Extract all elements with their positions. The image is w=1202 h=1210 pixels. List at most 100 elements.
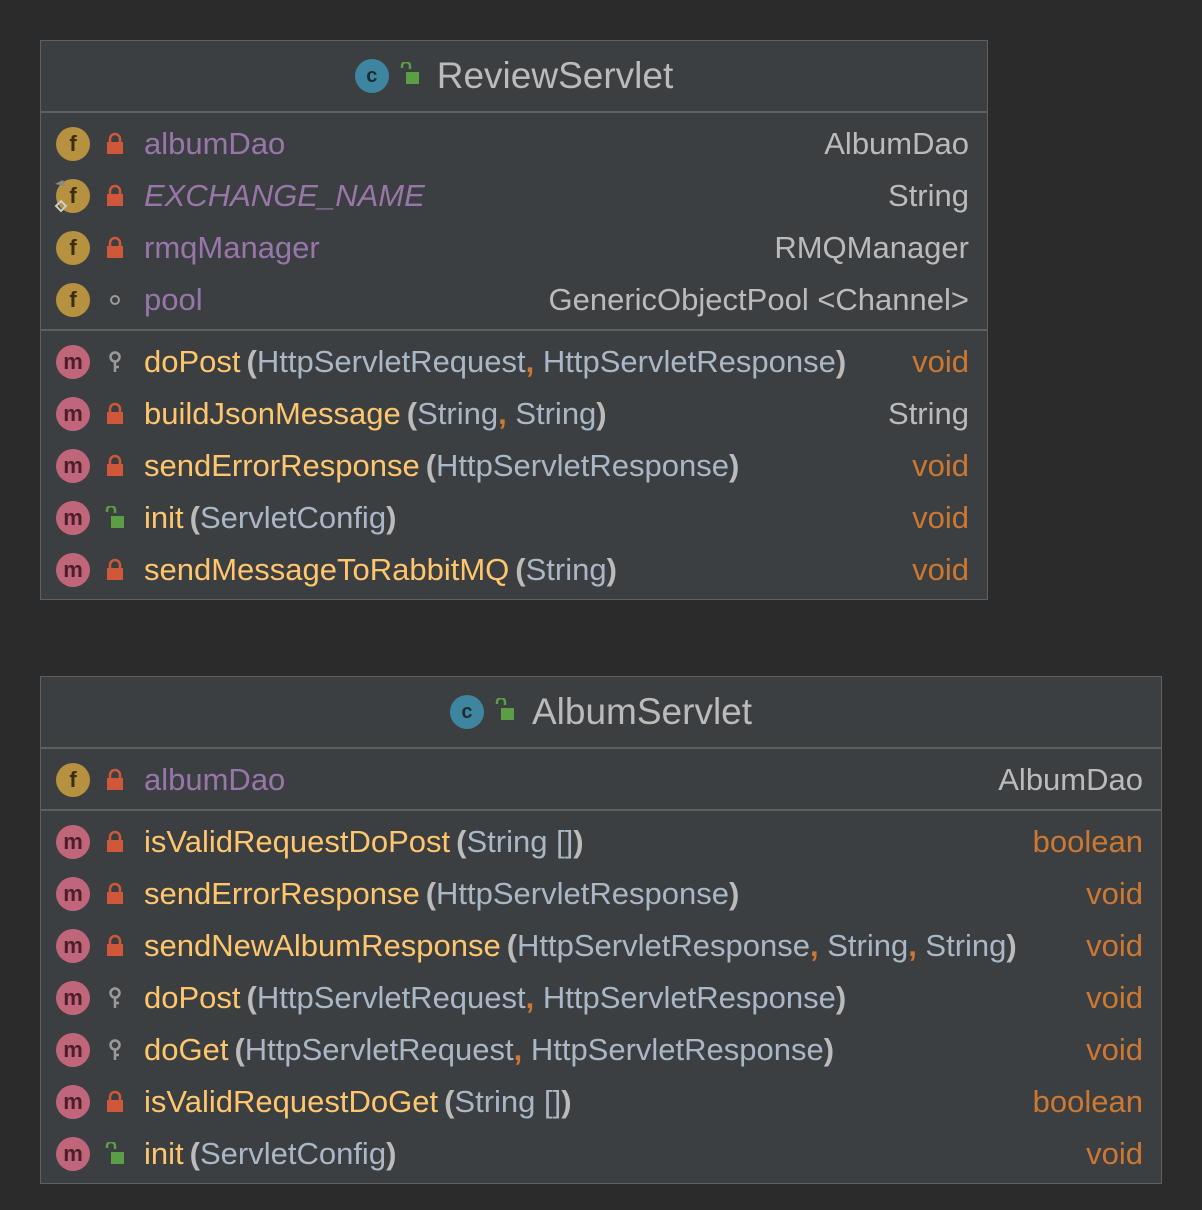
open-paren: ( [425,876,437,911]
param-type: HttpServletResponse [436,876,729,911]
method-row[interactable]: m sendErrorResponse (HttpServletResponse) v… [41,868,1161,920]
method-name: doGet [144,1032,229,1067]
method-row[interactable]: m isValidRequestDoGet (String []) boolean [41,1076,1161,1128]
lock-icon [102,553,128,587]
field-icon: f [56,763,90,797]
open-paren: ( [189,500,200,535]
field-row[interactable]: f EXCHANGE_NAME String [41,170,987,222]
method-params: (String []) [444,1084,571,1120]
open-paren: ( [406,396,418,431]
method-params: (ServletConfig) [190,500,397,536]
field-name: albumDao [144,126,286,161]
method-row[interactable]: m buildJsonMessage (String, String) String [41,388,987,440]
param-type: ServletConfig [199,500,387,535]
close-paren: ) [728,448,740,483]
field-name: pool [144,282,203,317]
open-paren: ( [456,824,467,859]
method-row[interactable]: m isValidRequestDoPost (String []) boolean [41,816,1161,868]
method-params: (HttpServletRequest, HttpServletResponse… [247,980,847,1016]
open-paren: ( [234,1032,245,1067]
method-name: sendNewAlbumResponse [144,928,501,963]
method-icon: m [56,397,90,431]
methods-section: m doPost (HttpServletRequest, HttpServletR… [41,331,987,599]
method-params: (HttpServletRequest, HttpServletResponse… [234,1032,834,1068]
close-paren: ) [835,980,847,1015]
close-paren: ) [1006,928,1017,963]
field-row[interactable]: f albumDao AlbumDao [41,754,1161,806]
param-type: String [] [466,824,574,859]
field-icon: f [56,127,90,161]
return-type: void [1086,876,1143,911]
field-row[interactable]: f pool GenericObjectPool <Channel> [41,274,987,326]
close-paren: ) [561,1084,572,1119]
method-icon: m [56,501,90,535]
lock-icon [102,127,128,161]
return-type: void [912,552,969,587]
param-type: HttpServletRequest [244,1032,514,1067]
field-type: String [888,178,969,213]
method-row[interactable]: m doPost (HttpServletRequest, HttpServletR… [41,336,987,388]
close-paren: ) [728,876,740,911]
lock-icon [102,877,128,911]
param-separator: , [809,928,828,963]
method-params: (HttpServletResponse) [426,448,740,484]
method-name: sendMessageToRabbitMQ [144,552,510,587]
param-separator: , [908,928,926,963]
method-name: isValidRequestDoGet [144,1084,439,1119]
method-icon: m [56,981,90,1015]
return-type: void [1086,1136,1143,1171]
method-name: isValidRequestDoPost [144,824,451,859]
method-name: init [144,1136,184,1171]
dot-icon [102,283,128,317]
param-type: HttpServletResponse [542,980,836,1015]
unlocked-icon [102,1137,128,1171]
return-type: void [1086,928,1143,963]
return-type: void [1086,980,1143,1015]
param-type: HttpServletRequest [256,344,526,379]
lock-icon [102,179,128,213]
method-row[interactable]: m doGet (HttpServletRequest, HttpServletRe… [41,1024,1161,1076]
return-type: void [912,448,969,483]
field-name: EXCHANGE_NAME [144,178,425,213]
class-header: c AlbumServlet [41,677,1161,749]
return-type: boolean [1032,1084,1143,1119]
key-icon [102,345,128,379]
unlocked-icon [494,696,516,727]
param-type: String [525,552,607,587]
method-row[interactable]: m sendErrorResponse (HttpServletResponse) v… [41,440,987,492]
class-icon: c [354,59,389,93]
return-type: boolean [1032,824,1143,859]
lock-icon [102,763,128,797]
static-final-icon [53,178,69,226]
method-icon: m [56,553,90,587]
method-row[interactable]: m init (ServletConfig) void [41,492,987,544]
method-row[interactable]: m sendNewAlbumResponse (HttpServletRespons… [41,920,1161,972]
method-icon: m [56,1033,90,1067]
field-name: albumDao [144,762,286,797]
param-type: HttpServletResponse [542,344,836,379]
field-row[interactable]: f rmqManager RMQManager [41,222,987,274]
fields-section: f albumDao AlbumDao f EXCHANGE_NAME String f rm… [41,113,987,331]
methods-section: m isValidRequestDoPost (String []) boolean m… [41,811,1161,1183]
class-album-servlet[interactable]: c AlbumServlet f albumDao AlbumDao m isVali… [40,676,1162,1184]
return-type: void [912,500,969,535]
class-title: ReviewServlet [436,55,674,96]
close-paren: ) [573,824,584,859]
field-icon: f [56,283,90,317]
class-review-servlet[interactable]: c ReviewServlet f albumDao AlbumDao f EXCHAN… [40,40,988,600]
method-row[interactable]: m init (ServletConfig) void [41,1128,1161,1180]
method-params: (String, String) [407,396,607,432]
open-paren: ( [444,1084,455,1119]
method-row[interactable]: m doPost (HttpServletRequest, HttpServletR… [41,972,1161,1024]
param-type: String [] [454,1084,562,1119]
field-name: rmqManager [144,230,320,265]
method-params: (HttpServletResponse, String, String) [507,928,1017,964]
field-row[interactable]: f albumDao AlbumDao [41,118,987,170]
return-type: String [888,396,969,431]
method-row[interactable]: m sendMessageToRabbitMQ (String) void [41,544,987,596]
close-paren: ) [596,396,607,431]
method-name: buildJsonMessage [144,396,401,431]
close-paren: ) [835,344,847,379]
return-type: void [912,344,969,379]
param-type: String [515,396,597,431]
